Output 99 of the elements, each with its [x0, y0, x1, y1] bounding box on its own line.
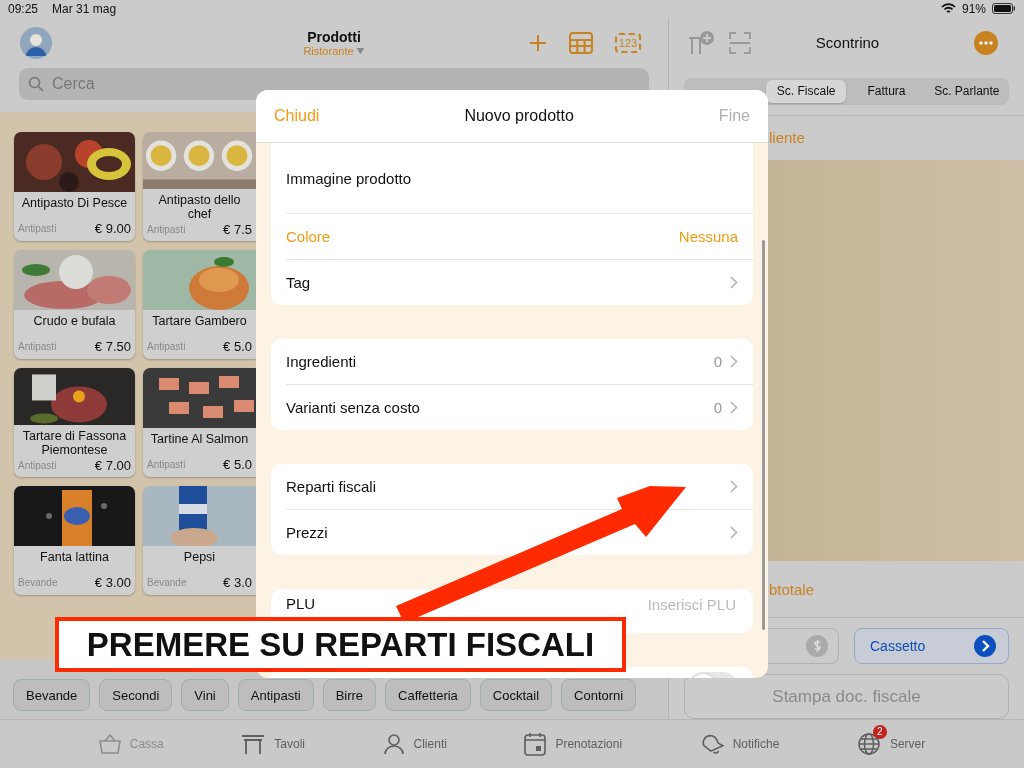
product-name: Tartare di Fassona Piemontese: [21, 428, 128, 457]
wifi-icon: [940, 3, 956, 15]
image-row[interactable]: Immagine prodotto: [286, 143, 753, 214]
settings-row[interactable]: Ingredienti 0: [286, 339, 753, 385]
category-chip[interactable]: Contorni: [561, 679, 637, 712]
product-category: Bevande: [147, 577, 187, 589]
product-name: Fanta lattina: [40, 549, 109, 564]
row-label: Ingredienti: [286, 353, 357, 370]
settings-row[interactable]: Prezzi: [286, 510, 753, 555]
dollar-icon: [806, 635, 828, 658]
product-name: Tartare Gambero: [152, 313, 247, 328]
category-chip[interactable]: Cocktail: [479, 679, 553, 712]
product-category: Bevande: [18, 577, 58, 589]
row-value: Nessuna: [678, 228, 738, 245]
row-label: Prezzi: [286, 524, 328, 541]
category-chip[interactable]: Bevande: [13, 679, 91, 712]
row-label: Varianti senza costo: [286, 399, 420, 416]
product-category: Antipasti: [147, 341, 186, 353]
plus-icon[interactable]: [528, 33, 547, 52]
plu-input[interactable]: Inserisci PLU: [323, 595, 738, 614]
chevron-icon: [730, 480, 738, 493]
category-chip[interactable]: Birre: [322, 679, 377, 712]
bell-icon[interactable]: [699, 732, 724, 756]
chevron-icon: [974, 635, 996, 658]
product-card[interactable]: Pepsi Bevande € 3.0: [143, 485, 256, 595]
search-icon: [28, 75, 44, 92]
receipt-title: Scontrino: [814, 34, 881, 52]
person-icon[interactable]: [382, 733, 405, 755]
tab-label[interactable]: Server: [889, 737, 926, 751]
receipt-tab[interactable]: Sc. Fiscale: [766, 79, 847, 103]
status-date: Mar 31 mag: [52, 2, 117, 16]
subtotal-label: btotale: [769, 580, 815, 598]
product-category: Antipasti: [18, 223, 57, 235]
receipt-tab[interactable]: Sc. Parlante: [926, 79, 1007, 103]
product-price: € 3.0: [223, 575, 252, 591]
product-price: € 5.0: [223, 339, 252, 355]
chevron-icon: [730, 401, 738, 414]
product-card[interactable]: Tartine Al Salmon Antipasti € 5.0: [143, 367, 256, 477]
scrollbar[interactable]: [762, 240, 765, 630]
product-name: Pepsi: [183, 549, 216, 564]
search-input[interactable]: Cerca: [50, 73, 640, 94]
chevron-icon: [730, 276, 738, 289]
row-label: Tag: [286, 274, 311, 291]
product-card[interactable]: Antipasto Di Pesce Antipasti € 9.00: [14, 131, 135, 241]
product-price: € 7.00: [94, 457, 131, 473]
tab-label[interactable]: Notifiche: [732, 737, 780, 751]
row-count: 0: [713, 353, 722, 370]
chevron-icon: [730, 526, 738, 539]
instruction-tooltip: PREMERE SU REPARTI FISCALI: [55, 617, 626, 672]
settings-row[interactable]: Tag: [286, 260, 753, 305]
table-plus-icon[interactable]: [687, 29, 715, 56]
product-price: € 7.5: [223, 221, 252, 237]
table-icon[interactable]: [241, 734, 266, 754]
panel-title: Prodotti: [307, 28, 361, 45]
product-card[interactable]: Fanta lattina Bevande € 3.00: [14, 485, 135, 595]
product-price: € 5.0: [223, 457, 252, 473]
tab-label[interactable]: Tavoli: [274, 737, 305, 751]
row-count: 0: [713, 399, 722, 416]
notification-badge: 2: [872, 725, 887, 739]
product-category: Antipasti: [18, 341, 57, 353]
tab-label[interactable]: Clienti: [413, 737, 447, 751]
dialog-title: Nuovo prodotto: [464, 107, 574, 125]
settings-row[interactable]: Varianti senza costo 0: [286, 385, 753, 430]
product-category: Antipasti: [147, 459, 186, 471]
product-card[interactable]: Tartare di Fassona Piemontese Antipasti € 7.00: [14, 367, 135, 477]
product-card[interactable]: Crudo e bufala Antipasti € 7.50: [14, 249, 135, 359]
product-price: € 9.00: [94, 221, 131, 237]
caret-icon[interactable]: [356, 47, 365, 54]
avatar-icon[interactable]: [20, 26, 52, 59]
drawer-button[interactable]: Cassetto: [854, 628, 1009, 665]
battery-icon: [992, 3, 1016, 15]
product-category: Antipasti: [147, 223, 186, 235]
product-price: € 3.00: [94, 575, 131, 591]
row-label: PLU: [286, 595, 316, 612]
calendar-icon[interactable]: [524, 732, 547, 756]
battery-percent: 91%: [961, 2, 986, 16]
product-name: Crudo e bufala: [33, 313, 116, 328]
product-category: Antipasti: [18, 459, 57, 471]
category-chip[interactable]: Vini: [181, 679, 229, 712]
grid-icon[interactable]: [568, 31, 593, 54]
status-time: 09:25: [8, 2, 39, 16]
product-name: Antipasto dello chef: [157, 192, 242, 221]
receipt-tab[interactable]: Fattura: [846, 79, 927, 103]
product-card[interactable]: Antipasto dello chef Antipasti € 7.5: [143, 131, 256, 241]
chevron-icon: [730, 355, 738, 368]
category-chip[interactable]: Secondi: [99, 679, 173, 712]
tab-label[interactable]: Prenotazioni: [555, 737, 623, 751]
category-chip[interactable]: Antipasti: [237, 679, 314, 712]
scan-icon[interactable]: [729, 31, 751, 54]
product-card[interactable]: Tartare Gambero Antipasti € 5.0: [143, 249, 256, 359]
more-icon[interactable]: [974, 30, 998, 55]
product-name: Tartine Al Salmon: [150, 431, 249, 446]
product-price: € 7.50: [94, 339, 131, 355]
row-label: Colore: [286, 228, 331, 245]
category-chip[interactable]: Caffetteria: [385, 679, 471, 712]
row-label: Immagine prodotto: [286, 169, 412, 187]
row-label: Reparti fiscali: [286, 478, 377, 495]
product-name: Antipasto Di Pesce: [21, 195, 128, 210]
basket-icon[interactable]: [98, 734, 121, 754]
